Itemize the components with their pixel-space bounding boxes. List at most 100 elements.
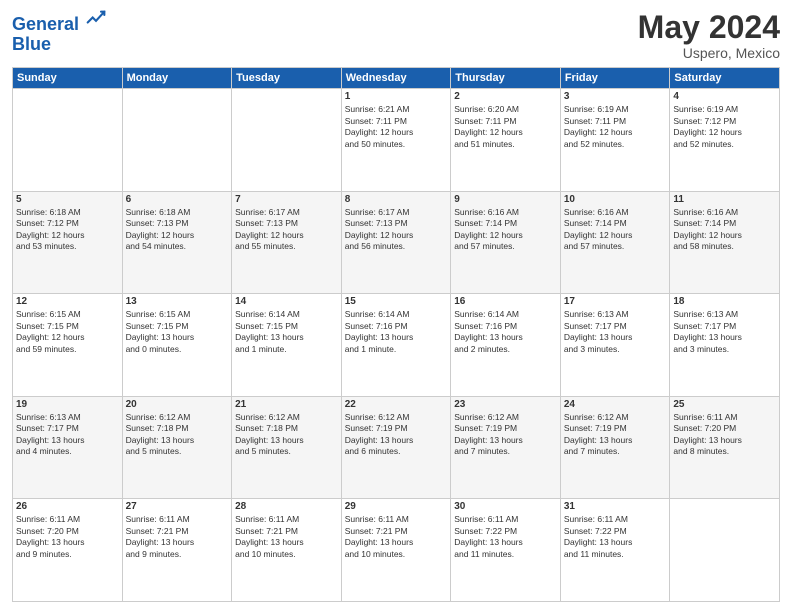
day-info: Sunrise: 6:19 AMSunset: 7:12 PMDaylight:… (673, 104, 776, 150)
month-title: May 2024 (638, 10, 780, 45)
day-number: 20 (126, 399, 229, 410)
logo: General Blue (12, 10, 106, 55)
day-number: 2 (454, 91, 557, 102)
calendar-cell: 25 Sunrise: 6:11 AMSunset: 7:20 PMDayligh… (670, 396, 780, 499)
day-number: 14 (235, 296, 338, 307)
day-number: 13 (126, 296, 229, 307)
day-info: Sunrise: 6:16 AMSunset: 7:14 PMDaylight:… (564, 207, 667, 253)
day-number: 3 (564, 91, 667, 102)
day-info: Sunrise: 6:12 AMSunset: 7:19 PMDaylight:… (564, 412, 667, 458)
day-info: Sunrise: 6:17 AMSunset: 7:13 PMDaylight:… (235, 207, 338, 253)
calendar-cell: 2 Sunrise: 6:20 AMSunset: 7:11 PMDaylight… (451, 89, 561, 192)
calendar-cell: 15 Sunrise: 6:14 AMSunset: 7:16 PMDayligh… (341, 294, 451, 397)
weekday-header-cell: Thursday (451, 68, 561, 89)
day-number: 1 (345, 91, 448, 102)
day-info: Sunrise: 6:15 AMSunset: 7:15 PMDaylight:… (16, 309, 119, 355)
weekday-header-cell: Sunday (13, 68, 123, 89)
day-number: 9 (454, 194, 557, 205)
page: General Blue May 2024 Uspero, Mexico Sun… (0, 0, 792, 612)
day-number: 27 (126, 501, 229, 512)
day-number: 18 (673, 296, 776, 307)
day-number: 28 (235, 501, 338, 512)
calendar-cell: 6Sunrise: 6:18 AMSunset: 7:13 PMDaylight… (122, 191, 232, 294)
day-number: 21 (235, 399, 338, 410)
day-number: 11 (673, 194, 776, 205)
calendar-cell: 27 Sunrise: 6:11 AMSunset: 7:21 PMDayligh… (122, 499, 232, 602)
logo-text: General (12, 10, 106, 35)
calendar-cell: 16 Sunrise: 6:14 AMSunset: 7:16 PMDayligh… (451, 294, 561, 397)
day-number: 22 (345, 399, 448, 410)
calendar-cell: 29 Sunrise: 6:11 AMSunset: 7:21 PMDayligh… (341, 499, 451, 602)
calendar-cell: 1 Sunrise: 6:21 AMSunset: 7:11 PMDaylight… (341, 89, 451, 192)
calendar-cell: 19 Sunrise: 6:13 AMSunset: 7:17 PMDayligh… (13, 396, 123, 499)
calendar-cell: 3 Sunrise: 6:19 AMSunset: 7:11 PMDaylight… (560, 89, 670, 192)
calendar-cell: 11 Sunrise: 6:16 AMSunset: 7:14 PMDayligh… (670, 191, 780, 294)
day-number: 16 (454, 296, 557, 307)
day-info: Sunrise: 6:12 AMSunset: 7:18 PMDaylight:… (126, 412, 229, 458)
day-info: Sunrise: 6:18 AMSunset: 7:13 PMDaylight:… (126, 207, 229, 253)
day-info: Sunrise: 6:12 AMSunset: 7:19 PMDaylight:… (345, 412, 448, 458)
location: Uspero, Mexico (638, 45, 780, 61)
day-info: Sunrise: 6:15 AMSunset: 7:15 PMDaylight:… (126, 309, 229, 355)
calendar-cell: 4 Sunrise: 6:19 AMSunset: 7:12 PMDaylight… (670, 89, 780, 192)
day-number: 19 (16, 399, 119, 410)
logo-line2: Blue (12, 35, 106, 55)
calendar-cell: 10 Sunrise: 6:16 AMSunset: 7:14 PMDayligh… (560, 191, 670, 294)
day-number: 26 (16, 501, 119, 512)
day-number: 23 (454, 399, 557, 410)
day-number: 15 (345, 296, 448, 307)
day-info: Sunrise: 6:13 AMSunset: 7:17 PMDaylight:… (16, 412, 119, 458)
calendar-week-row: 5Sunrise: 6:18 AMSunset: 7:12 PMDaylight… (13, 191, 780, 294)
calendar-cell: 7 Sunrise: 6:17 AMSunset: 7:13 PMDaylight… (232, 191, 342, 294)
calendar-cell: 30Sunrise: 6:11 AMSunset: 7:22 PMDayligh… (451, 499, 561, 602)
calendar-cell: 31Sunrise: 6:11 AMSunset: 7:22 PMDayligh… (560, 499, 670, 602)
calendar-cell: 28 Sunrise: 6:11 AMSunset: 7:21 PMDayligh… (232, 499, 342, 602)
day-info: Sunrise: 6:14 AMSunset: 7:16 PMDaylight:… (454, 309, 557, 355)
calendar-cell: 14 Sunrise: 6:14 AMSunset: 7:15 PMDayligh… (232, 294, 342, 397)
calendar-week-row: 26 Sunrise: 6:11 AMSunset: 7:20 PMDayligh… (13, 499, 780, 602)
day-number: 25 (673, 399, 776, 410)
calendar-cell (13, 89, 123, 192)
day-info: Sunrise: 6:11 AMSunset: 7:21 PMDaylight:… (235, 514, 338, 560)
weekday-header-cell: Wednesday (341, 68, 451, 89)
day-info: Sunrise: 6:21 AMSunset: 7:11 PMDaylight:… (345, 104, 448, 150)
day-number: 8 (345, 194, 448, 205)
calendar-cell: 24 Sunrise: 6:12 AMSunset: 7:19 PMDayligh… (560, 396, 670, 499)
day-info: Sunrise: 6:13 AMSunset: 7:17 PMDaylight:… (673, 309, 776, 355)
logo-bird-icon (86, 10, 106, 30)
day-info: Sunrise: 6:14 AMSunset: 7:16 PMDaylight:… (345, 309, 448, 355)
day-number: 10 (564, 194, 667, 205)
day-info: Sunrise: 6:11 AMSunset: 7:22 PMDaylight:… (564, 514, 667, 560)
calendar-cell: 13 Sunrise: 6:15 AMSunset: 7:15 PMDayligh… (122, 294, 232, 397)
day-info: Sunrise: 6:14 AMSunset: 7:15 PMDaylight:… (235, 309, 338, 355)
calendar-cell: 26 Sunrise: 6:11 AMSunset: 7:20 PMDayligh… (13, 499, 123, 602)
calendar-table: SundayMondayTuesdayWednesdayThursdayFrid… (12, 67, 780, 602)
day-info: Sunrise: 6:11 AMSunset: 7:21 PMDaylight:… (126, 514, 229, 560)
day-info: Sunrise: 6:11 AMSunset: 7:20 PMDaylight:… (673, 412, 776, 458)
day-info: Sunrise: 6:11 AMSunset: 7:20 PMDaylight:… (16, 514, 119, 560)
day-number: 29 (345, 501, 448, 512)
calendar-cell: 22 Sunrise: 6:12 AMSunset: 7:19 PMDayligh… (341, 396, 451, 499)
calendar-cell: 12Sunrise: 6:15 AMSunset: 7:15 PMDayligh… (13, 294, 123, 397)
calendar-week-row: 19 Sunrise: 6:13 AMSunset: 7:17 PMDayligh… (13, 396, 780, 499)
weekday-header-cell: Tuesday (232, 68, 342, 89)
calendar-cell: 21Sunrise: 6:12 AMSunset: 7:18 PMDayligh… (232, 396, 342, 499)
weekday-header-cell: Saturday (670, 68, 780, 89)
day-info: Sunrise: 6:12 AMSunset: 7:19 PMDaylight:… (454, 412, 557, 458)
day-info: Sunrise: 6:19 AMSunset: 7:11 PMDaylight:… (564, 104, 667, 150)
day-number: 17 (564, 296, 667, 307)
calendar-week-row: 12Sunrise: 6:15 AMSunset: 7:15 PMDayligh… (13, 294, 780, 397)
day-number: 7 (235, 194, 338, 205)
day-info: Sunrise: 6:16 AMSunset: 7:14 PMDaylight:… (673, 207, 776, 253)
calendar-cell: 8Sunrise: 6:17 AMSunset: 7:13 PMDaylight… (341, 191, 451, 294)
day-info: Sunrise: 6:13 AMSunset: 7:17 PMDaylight:… (564, 309, 667, 355)
day-info: Sunrise: 6:20 AMSunset: 7:11 PMDaylight:… (454, 104, 557, 150)
day-number: 4 (673, 91, 776, 102)
day-number: 24 (564, 399, 667, 410)
day-info: Sunrise: 6:11 AMSunset: 7:21 PMDaylight:… (345, 514, 448, 560)
day-number: 5 (16, 194, 119, 205)
calendar-body: 1 Sunrise: 6:21 AMSunset: 7:11 PMDaylight… (13, 89, 780, 602)
header: General Blue May 2024 Uspero, Mexico (12, 10, 780, 61)
day-number: 30 (454, 501, 557, 512)
calendar-cell (232, 89, 342, 192)
